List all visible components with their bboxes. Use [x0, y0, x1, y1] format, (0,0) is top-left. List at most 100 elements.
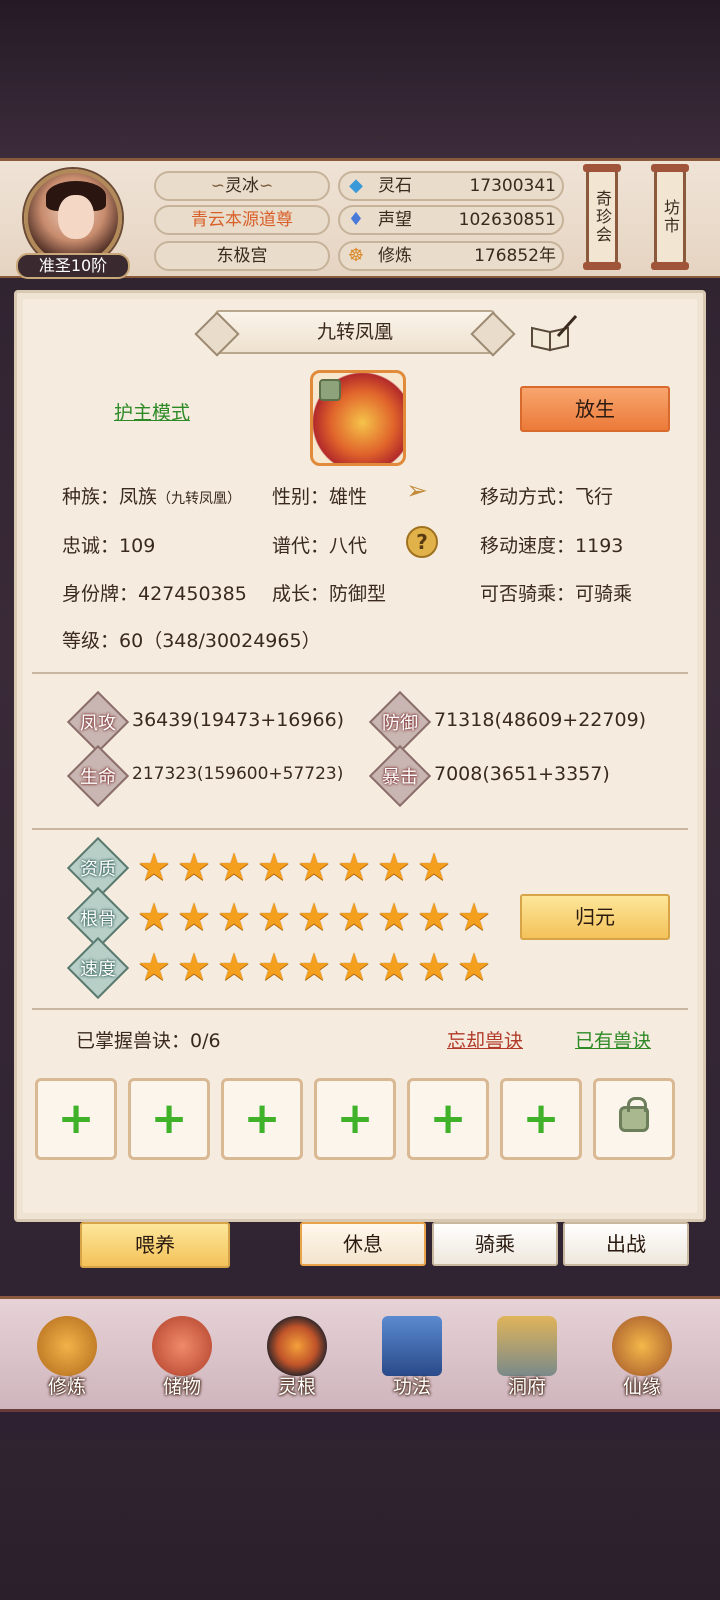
stat-badge-defense: 防御 [382, 713, 418, 734]
resource-label: 修炼 [378, 246, 412, 266]
lock-icon [619, 1097, 649, 1132]
loyalty-info: 忠诚：109 [62, 535, 156, 557]
treasure-auction-button[interactable]: 奇珍会 [583, 164, 621, 270]
owned-skills-link[interactable]: 已有兽诀 [575, 1026, 651, 1053]
resource-value: 17300341 [469, 176, 556, 196]
stat-badge-crit: 暴击 [382, 767, 418, 788]
rideable-info: 可否骑乘：可骑乘 [480, 583, 633, 605]
skill-slot[interactable]: + [221, 1078, 303, 1160]
attr-badge-speed: 速度 [80, 959, 116, 980]
star-icon: ★ [336, 895, 372, 939]
growth-info: 成长：防御型 [272, 583, 387, 605]
player-sect: 东极宫 [154, 241, 330, 271]
nav-skill[interactable]: 功法 [367, 1310, 457, 1406]
skill-slot-locked[interactable] [593, 1078, 675, 1160]
nav-label: 功法 [392, 1376, 431, 1398]
divider [32, 672, 688, 674]
race-info: 种族：凤族（九转凤凰） [62, 486, 242, 508]
rest-button[interactable]: 休息 [300, 1222, 426, 1266]
cave-mansion-icon [497, 1316, 557, 1376]
guard-mode-link[interactable]: 护主模式 [114, 398, 190, 425]
avatar-frame[interactable]: 准圣10阶 [16, 169, 130, 279]
resource-label: 声望 [378, 210, 412, 230]
plus-icon: + [522, 1093, 560, 1144]
forget-skill-link[interactable]: 忘却兽诀 [447, 1026, 523, 1053]
reputation-icon: ♦ [347, 209, 365, 230]
nav-cave[interactable]: 洞府 [482, 1310, 572, 1406]
release-button[interactable]: 放生 [520, 386, 670, 432]
star-icon: ★ [456, 945, 492, 989]
nav-spirit-root[interactable]: 灵根 [252, 1310, 342, 1406]
rank-badge: 准圣10阶 [16, 253, 130, 279]
ride-button[interactable]: 骑乘 [432, 1222, 558, 1266]
star-icon: ★ [416, 845, 452, 889]
nav-fate[interactable]: 仙缘 [597, 1310, 687, 1406]
arrow-right-icon[interactable]: ➢ [406, 476, 428, 506]
star-icon: ★ [176, 845, 212, 889]
spirit-stone-icon: ◆ [349, 175, 363, 196]
skill-slot[interactable]: + [35, 1078, 117, 1160]
star-icon: ★ [256, 845, 292, 889]
cultivation-icon [37, 1316, 97, 1376]
stat-badge-attack: 凤攻 [80, 713, 116, 734]
stat-badge-hp: 生命 [80, 767, 116, 788]
skill-slot[interactable]: + [128, 1078, 210, 1160]
nav-storage[interactable]: 储物 [137, 1310, 227, 1406]
nav-label: 灵根 [277, 1376, 316, 1398]
nav-label: 修炼 [47, 1376, 86, 1398]
resource-value: 176852年 [474, 246, 556, 266]
immortal-fate-icon [612, 1316, 672, 1376]
star-icon: ★ [176, 895, 212, 939]
star-icon: ★ [376, 845, 412, 889]
player-title: 青云本源道尊 [154, 205, 330, 235]
book-quill-icon[interactable] [528, 314, 578, 354]
player-name: ∽灵冰∽ [154, 171, 330, 201]
top-background [0, 0, 720, 158]
attr-badge-aptitude: 资质 [80, 859, 116, 880]
nav-cultivation[interactable]: 修炼 [22, 1310, 112, 1406]
skill-slot[interactable]: + [407, 1078, 489, 1160]
stat-value-hp: 217323(159600+57723) [132, 764, 344, 784]
player-header: 准圣10阶 ∽灵冰∽ 青云本源道尊 东极宫 ◆ 灵石 17300341 ♦ 声望… [0, 158, 720, 279]
star-icon: ★ [136, 895, 172, 939]
avatar-face [58, 195, 94, 239]
resource-label: 灵石 [378, 176, 412, 196]
nav-label: 洞府 [507, 1376, 546, 1398]
battle-button[interactable]: 出战 [563, 1222, 689, 1266]
bottom-background [0, 1440, 720, 1600]
level-info: 等级：60（348/30024965） [62, 630, 321, 652]
skill-book-icon [382, 1316, 442, 1376]
reset-button[interactable]: 归元 [520, 894, 670, 940]
nav-label: 仙缘 [622, 1376, 661, 1398]
gender-info: 性别：雄性 [272, 486, 368, 508]
stat-value-crit: 7008(3651+3357) [434, 763, 610, 785]
move-type-info: 移动方式：飞行 [480, 486, 614, 508]
star-icon: ★ [336, 845, 372, 889]
phoenix-pet-icon[interactable] [310, 370, 406, 466]
stat-value-defense: 71318(48609+22709) [434, 709, 647, 731]
help-icon[interactable]: ? [406, 526, 438, 558]
star-icon: ★ [216, 945, 252, 989]
star-icon: ★ [136, 945, 172, 989]
star-icon: ★ [336, 945, 372, 989]
star-icon: ★ [256, 945, 292, 989]
star-icon: ★ [296, 945, 332, 989]
stat-value-attack: 36439(19473+16966) [132, 709, 345, 731]
plus-icon: + [243, 1093, 281, 1144]
mastered-skills-label: 已掌握兽诀：0/6 [76, 1030, 221, 1052]
plus-icon: + [57, 1093, 95, 1144]
feed-button[interactable]: 喂养 [80, 1222, 230, 1268]
plus-icon: + [336, 1093, 374, 1144]
skill-slot[interactable]: + [500, 1078, 582, 1160]
market-button[interactable]: 坊市 [651, 164, 689, 270]
plus-icon: + [150, 1093, 188, 1144]
star-icon: ★ [296, 845, 332, 889]
meditation-icon: ☸ [347, 245, 365, 266]
attr-badge-bone: 根骨 [80, 909, 116, 930]
resource-spirit-stone: ◆ 灵石 17300341 [338, 171, 564, 201]
star-icon: ★ [256, 895, 292, 939]
spirit-root-icon [267, 1316, 327, 1376]
skill-slot[interactable]: + [314, 1078, 396, 1160]
lock-icon [319, 379, 341, 401]
bone-stars: ★ ★ ★ ★ ★ ★ ★ ★ ★ [136, 895, 492, 939]
